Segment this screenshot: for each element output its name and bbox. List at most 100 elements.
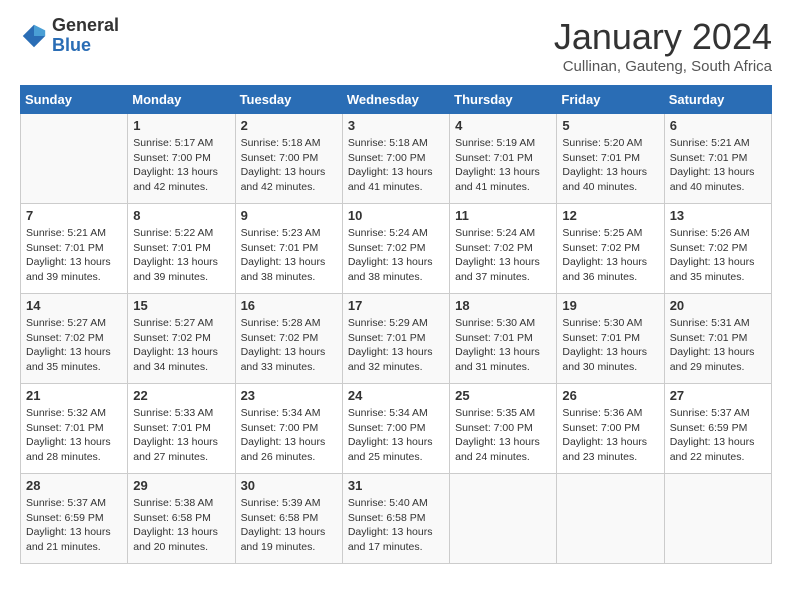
day-info: Sunrise: 5:30 AMSunset: 7:01 PMDaylight:… [455, 316, 551, 375]
calendar-cell: 29 Sunrise: 5:38 AMSunset: 6:58 PMDayligh… [128, 474, 235, 564]
weekday-header: Tuesday [235, 86, 342, 114]
calendar-body: 1Sunrise: 5:17 AMSunset: 7:00 PMDaylight… [21, 114, 772, 564]
day-info: Sunrise: 5:39 AMSunset: 6:58 PMDaylight:… [241, 496, 337, 555]
day-number: 9 [241, 208, 337, 223]
day-number: 6 [670, 118, 766, 133]
day-info: Sunrise: 5:31 AMSunset: 7:01 PMDaylight:… [670, 316, 766, 375]
day-info: Sunrise: 5:30 AMSunset: 7:01 PMDaylight:… [562, 316, 658, 375]
day-number: 10 [348, 208, 444, 223]
day-number: 2 [241, 118, 337, 133]
day-info: Sunrise: 5:24 AMSunset: 7:02 PMDaylight:… [348, 226, 444, 285]
day-number: 3 [348, 118, 444, 133]
calendar-cell: 12 Sunrise: 5:25 AMSunset: 7:02 PMDayligh… [557, 204, 664, 294]
day-info: Sunrise: 5:23 AMSunset: 7:01 PMDaylight:… [241, 226, 337, 285]
day-number: 1 [133, 118, 229, 133]
day-number: 17 [348, 298, 444, 313]
day-number: 24 [348, 388, 444, 403]
calendar-cell [21, 114, 128, 204]
weekday-row: SundayMondayTuesdayWednesdayThursdayFrid… [21, 86, 772, 114]
day-info: Sunrise: 5:18 AMSunset: 7:00 PMDaylight:… [348, 136, 444, 195]
day-number: 4 [455, 118, 551, 133]
day-info: Sunrise: 5:21 AMSunset: 7:01 PMDaylight:… [26, 226, 122, 285]
logo-text: General Blue [52, 16, 119, 56]
title-section: January 2024 Cullinan, Gauteng, South Af… [554, 16, 772, 75]
calendar-cell: 26Sunrise: 5:36 AMSunset: 7:00 PMDayligh… [557, 384, 664, 474]
calendar-week-row: 1Sunrise: 5:17 AMSunset: 7:00 PMDaylight… [21, 114, 772, 204]
calendar-cell: 21Sunrise: 5:32 AMSunset: 7:01 PMDayligh… [21, 384, 128, 474]
calendar-cell: 2 Sunrise: 5:18 AMSunset: 7:00 PMDaylight… [235, 114, 342, 204]
calendar-cell: 1Sunrise: 5:17 AMSunset: 7:00 PMDaylight… [128, 114, 235, 204]
day-info: Sunrise: 5:34 AMSunset: 7:00 PMDaylight:… [348, 406, 444, 465]
day-info: Sunrise: 5:28 AMSunset: 7:02 PMDaylight:… [241, 316, 337, 375]
day-info: Sunrise: 5:25 AMSunset: 7:02 PMDaylight:… [562, 226, 658, 285]
calendar-cell: 19Sunrise: 5:30 AMSunset: 7:01 PMDayligh… [557, 294, 664, 384]
day-info: Sunrise: 5:22 AMSunset: 7:01 PMDaylight:… [133, 226, 229, 285]
day-info: Sunrise: 5:37 AMSunset: 6:59 PMDaylight:… [26, 496, 122, 555]
logo-general-text: General [52, 16, 119, 36]
day-number: 14 [26, 298, 122, 313]
page-header: General Blue January 2024 Cullinan, Gaut… [20, 16, 772, 75]
calendar-cell: 7Sunrise: 5:21 AMSunset: 7:01 PMDaylight… [21, 204, 128, 294]
calendar-cell: 5Sunrise: 5:20 AMSunset: 7:01 PMDaylight… [557, 114, 664, 204]
calendar-cell: 10 Sunrise: 5:24 AMSunset: 7:02 PMDayligh… [342, 204, 449, 294]
day-info: Sunrise: 5:33 AMSunset: 7:01 PMDaylight:… [133, 406, 229, 465]
calendar-cell: 18 Sunrise: 5:30 AMSunset: 7:01 PMDayligh… [450, 294, 557, 384]
day-info: Sunrise: 5:19 AMSunset: 7:01 PMDaylight:… [455, 136, 551, 195]
month-title: January 2024 [554, 16, 772, 58]
calendar-cell: 11 Sunrise: 5:24 AMSunset: 7:02 PMDayligh… [450, 204, 557, 294]
calendar-header: SundayMondayTuesdayWednesdayThursdayFrid… [21, 86, 772, 114]
day-number: 16 [241, 298, 337, 313]
day-number: 12 [562, 208, 658, 223]
day-info: Sunrise: 5:34 AMSunset: 7:00 PMDaylight:… [241, 406, 337, 465]
day-info: Sunrise: 5:21 AMSunset: 7:01 PMDaylight:… [670, 136, 766, 195]
logo-blue-text: Blue [52, 36, 119, 56]
calendar-cell: 8 Sunrise: 5:22 AMSunset: 7:01 PMDaylight… [128, 204, 235, 294]
day-number: 18 [455, 298, 551, 313]
day-number: 26 [562, 388, 658, 403]
day-number: 31 [348, 478, 444, 493]
calendar-cell: 22 Sunrise: 5:33 AMSunset: 7:01 PMDayligh… [128, 384, 235, 474]
calendar-cell: 13 Sunrise: 5:26 AMSunset: 7:02 PMDayligh… [664, 204, 771, 294]
weekday-header: Friday [557, 86, 664, 114]
calendar-cell: 25Sunrise: 5:35 AMSunset: 7:00 PMDayligh… [450, 384, 557, 474]
calendar-cell: 27Sunrise: 5:37 AMSunset: 6:59 PMDayligh… [664, 384, 771, 474]
day-number: 28 [26, 478, 122, 493]
weekday-header: Saturday [664, 86, 771, 114]
logo: General Blue [20, 16, 119, 56]
calendar-week-row: 21Sunrise: 5:32 AMSunset: 7:01 PMDayligh… [21, 384, 772, 474]
calendar-cell: 15Sunrise: 5:27 AMSunset: 7:02 PMDayligh… [128, 294, 235, 384]
day-number: 8 [133, 208, 229, 223]
calendar-cell [664, 474, 771, 564]
day-number: 11 [455, 208, 551, 223]
calendar-cell [450, 474, 557, 564]
day-number: 30 [241, 478, 337, 493]
day-info: Sunrise: 5:26 AMSunset: 7:02 PMDaylight:… [670, 226, 766, 285]
calendar-cell: 24 Sunrise: 5:34 AMSunset: 7:00 PMDayligh… [342, 384, 449, 474]
calendar-table: SundayMondayTuesdayWednesdayThursdayFrid… [20, 85, 772, 564]
day-info: Sunrise: 5:18 AMSunset: 7:00 PMDaylight:… [241, 136, 337, 195]
calendar-cell: 17Sunrise: 5:29 AMSunset: 7:01 PMDayligh… [342, 294, 449, 384]
weekday-header: Monday [128, 86, 235, 114]
day-number: 21 [26, 388, 122, 403]
day-number: 23 [241, 388, 337, 403]
calendar-cell: 28 Sunrise: 5:37 AMSunset: 6:59 PMDayligh… [21, 474, 128, 564]
day-info: Sunrise: 5:27 AMSunset: 7:02 PMDaylight:… [133, 316, 229, 375]
day-info: Sunrise: 5:24 AMSunset: 7:02 PMDaylight:… [455, 226, 551, 285]
day-number: 20 [670, 298, 766, 313]
day-info: Sunrise: 5:37 AMSunset: 6:59 PMDaylight:… [670, 406, 766, 465]
day-info: Sunrise: 5:27 AMSunset: 7:02 PMDaylight:… [26, 316, 122, 375]
calendar-cell: 16 Sunrise: 5:28 AMSunset: 7:02 PMDayligh… [235, 294, 342, 384]
weekday-header: Thursday [450, 86, 557, 114]
day-number: 5 [562, 118, 658, 133]
calendar-cell: 6 Sunrise: 5:21 AMSunset: 7:01 PMDaylight… [664, 114, 771, 204]
weekday-header: Sunday [21, 86, 128, 114]
calendar-cell: 4 Sunrise: 5:19 AMSunset: 7:01 PMDaylight… [450, 114, 557, 204]
calendar-cell: 30 Sunrise: 5:39 AMSunset: 6:58 PMDayligh… [235, 474, 342, 564]
day-info: Sunrise: 5:38 AMSunset: 6:58 PMDaylight:… [133, 496, 229, 555]
day-number: 29 [133, 478, 229, 493]
calendar-cell: 9 Sunrise: 5:23 AMSunset: 7:01 PMDaylight… [235, 204, 342, 294]
calendar-cell [557, 474, 664, 564]
day-number: 13 [670, 208, 766, 223]
calendar-week-row: 28 Sunrise: 5:37 AMSunset: 6:59 PMDayligh… [21, 474, 772, 564]
day-number: 22 [133, 388, 229, 403]
